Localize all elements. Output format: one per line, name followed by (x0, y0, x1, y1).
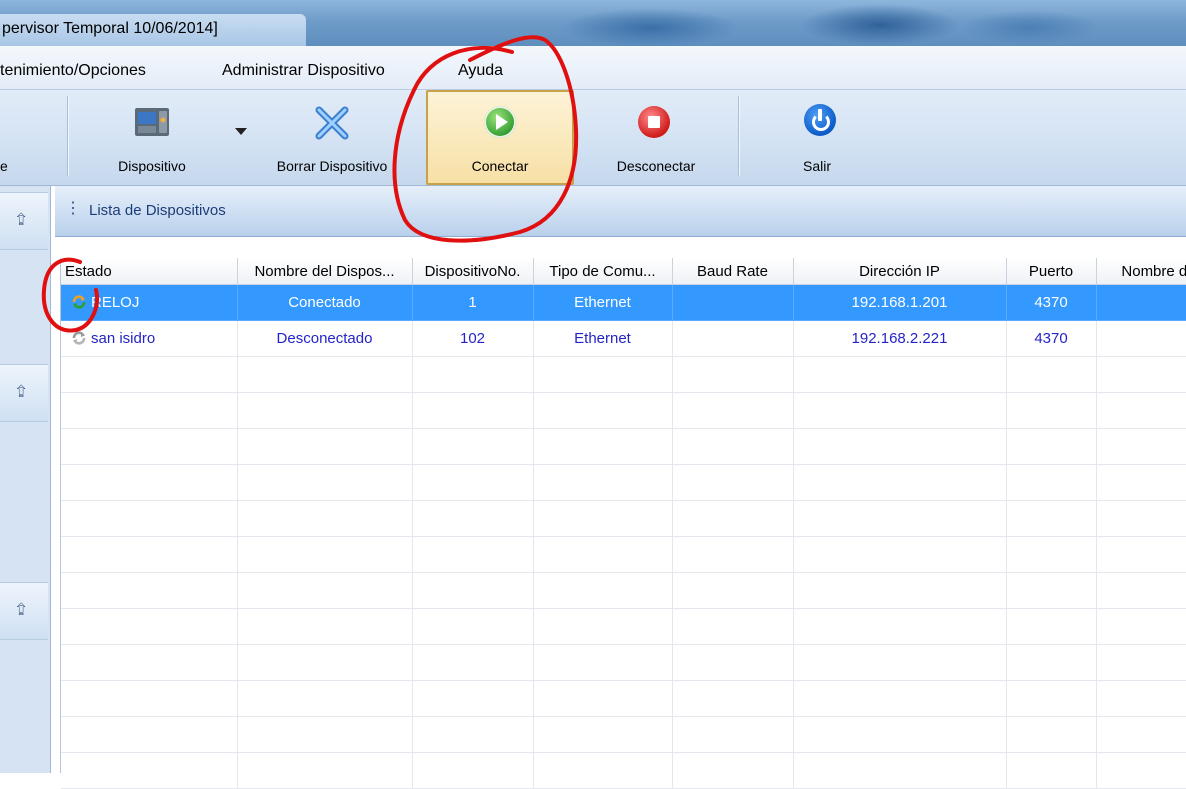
table-row (61, 752, 1186, 789)
table-row (61, 536, 1186, 573)
menu-mantenimiento-opciones[interactable]: tenimiento/Opciones (0, 62, 146, 80)
table-row (61, 356, 1186, 393)
column-header-ip[interactable]: Dirección IP (793, 258, 1007, 285)
menu-administrar-dispositivo[interactable]: Administrar Dispositivo (222, 62, 385, 80)
device-list-header: ⋮ Lista de Dispositivos (55, 186, 1186, 237)
toolbar: e Dispositivo Borrar Dispositivo Conecta… (0, 90, 1186, 186)
delete-device-button[interactable]: Borrar Dispositivo (253, 90, 411, 185)
sync-active-icon (72, 295, 86, 309)
ip-address-cell: 192.168.1.201 (793, 284, 1007, 321)
power-icon (804, 104, 836, 136)
table-row (61, 644, 1186, 681)
table-row (61, 608, 1186, 645)
menu-bar: tenimiento/Opciones Administrar Disposit… (0, 46, 1186, 90)
baud-rate-cell (672, 284, 794, 321)
exit-button-label: Salir (803, 158, 832, 174)
collapse-button-1[interactable]: ⮸ (0, 192, 48, 250)
column-header-dispositivo-no[interactable]: DispositivoNo. (412, 258, 534, 285)
device-name-cell: RELOJ (61, 284, 238, 321)
column-header-tipo-comunicacion[interactable]: Tipo de Comu... (533, 258, 673, 285)
title-bar: pervisor Temporal 10/06/2014] (0, 0, 1186, 46)
grip-icon: ⋮ (65, 200, 81, 217)
column-header-puerto[interactable]: Puerto (1006, 258, 1097, 285)
menu-ayuda[interactable]: Ayuda (458, 62, 503, 80)
disconnect-button[interactable]: Desconectar (586, 90, 726, 185)
table-row (61, 500, 1186, 537)
column-header-estado[interactable]: Estado (61, 258, 238, 285)
extra-cell (1096, 284, 1186, 321)
device-list-title: Lista de Dispositivos (89, 202, 226, 219)
connect-button[interactable]: Conectar (426, 90, 574, 185)
status-cell: Conectado (237, 284, 413, 321)
table-row (61, 392, 1186, 429)
dropdown-arrow-icon[interactable] (235, 128, 247, 135)
grid-header-row: Estado Nombre del Dispos... DispositivoN… (61, 258, 1186, 285)
device-name-cell: san isidro (61, 320, 238, 357)
column-header-baud-rate[interactable]: Baud Rate (672, 258, 794, 285)
extra-cell (1096, 320, 1186, 357)
double-chevron-up-icon: ⮸ (16, 602, 27, 619)
device-name: RELOJ (91, 294, 140, 311)
port-cell: 4370 (1006, 284, 1097, 321)
baud-rate-cell (672, 320, 794, 357)
double-chevron-up-icon: ⮸ (16, 212, 27, 229)
play-icon (484, 106, 516, 138)
exit-button[interactable]: Salir (770, 90, 870, 185)
sync-inactive-icon (72, 331, 86, 345)
table-row (61, 428, 1186, 465)
table-row (61, 572, 1186, 609)
ip-address-cell: 192.168.2.221 (793, 320, 1007, 357)
status-cell: Desconectado (237, 320, 413, 357)
delete-x-icon (315, 106, 349, 144)
stop-icon (638, 106, 670, 138)
device-grid: Estado Nombre del Dispos... DispositivoN… (60, 258, 1186, 789)
column-header-nombre-de[interactable]: Nombre de (1096, 258, 1186, 285)
comm-type-cell: Ethernet (533, 320, 673, 357)
window-title: pervisor Temporal 10/06/2014] (2, 20, 218, 37)
device-terminal-icon (134, 106, 170, 142)
device-number-cell: 1 (412, 284, 534, 321)
collapse-button-3[interactable]: ⮸ (0, 582, 48, 640)
collapse-button-2[interactable]: ⮸ (0, 364, 48, 422)
table-row (61, 716, 1186, 753)
device-number-cell: 102 (412, 320, 534, 357)
port-cell: 4370 (1006, 320, 1097, 357)
toolbar-partial-label[interactable]: e (0, 158, 8, 174)
comm-type-cell: Ethernet (533, 284, 673, 321)
table-row (61, 464, 1186, 501)
table-row[interactable]: san isidro Desconectado 102 Ethernet 192… (61, 320, 1186, 357)
device-name: san isidro (91, 330, 156, 347)
delete-device-button-label: Borrar Dispositivo (276, 158, 388, 174)
double-chevron-up-icon: ⮸ (16, 384, 27, 401)
device-button-label: Dispositivo (118, 158, 186, 174)
device-button[interactable]: Dispositivo (92, 90, 212, 185)
connect-button-label: Conectar (471, 158, 529, 174)
table-row (61, 680, 1186, 717)
table-row[interactable]: RELOJ Conectado 1 Ethernet 192.168.1.201… (61, 284, 1186, 321)
left-navigation-panel: ⮸ ⮸ ⮸ (0, 186, 51, 773)
disconnect-button-label: Desconectar (616, 158, 696, 174)
column-header-nombre[interactable]: Nombre del Dispos... (237, 258, 413, 285)
